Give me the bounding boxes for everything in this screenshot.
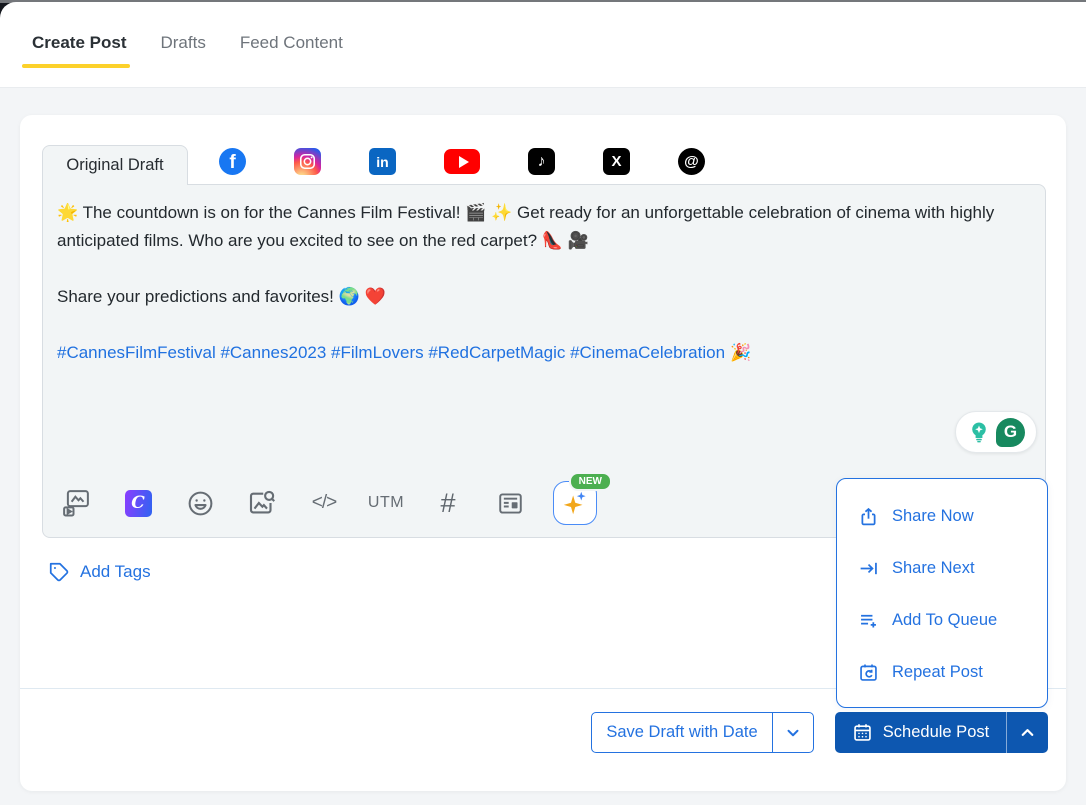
chevron-up-icon — [1018, 723, 1037, 742]
post-tail-emoji: 🎉 — [730, 343, 751, 362]
share-options-menu: Share Now Share Next Add To Queue Repeat… — [836, 478, 1048, 708]
post-template-icon[interactable] — [491, 484, 529, 522]
linkedin-glyph: in — [376, 154, 388, 170]
post-paragraph-1: 🌟 The countdown is on for the Cannes Fil… — [57, 199, 1031, 255]
add-to-queue-icon — [858, 610, 879, 631]
tab-feed-content[interactable]: Feed Content — [240, 33, 343, 53]
linkedin-icon[interactable]: in — [369, 148, 396, 175]
youtube-play-glyph — [459, 156, 469, 168]
grammarly-g-glyph: G — [1004, 422, 1017, 442]
hashtag-glyph: # — [440, 488, 455, 519]
menu-item-repeat-post[interactable]: Repeat Post — [837, 646, 1047, 698]
chevron-down-icon — [784, 724, 802, 742]
grammarly-suggestion-bulb-icon[interactable] — [967, 420, 991, 444]
instagram-camera-glyph — [299, 153, 316, 170]
menu-item-share-now[interactable]: Share Now — [837, 490, 1047, 542]
menu-item-label: Repeat Post — [892, 663, 983, 682]
calendar-icon — [852, 722, 873, 743]
new-badge: NEW — [569, 472, 612, 491]
post-hashtags-line: #CannesFilmFestival #Cannes2023 #FilmLov… — [57, 339, 1031, 367]
x-icon[interactable]: X — [603, 148, 630, 175]
tab-drafts[interactable]: Drafts — [160, 33, 205, 53]
share-now-icon — [858, 506, 879, 527]
save-draft-with-date-button[interactable]: Save Draft with Date — [592, 713, 772, 752]
media-picker-icon[interactable] — [57, 484, 95, 522]
tiktok-glyph: ♪ — [538, 153, 546, 171]
embed-code-icon[interactable]: </> — [305, 484, 343, 522]
x-glyph: X — [611, 153, 621, 170]
facebook-glyph: f — [229, 152, 235, 174]
save-draft-dropdown-toggle[interactable] — [772, 713, 813, 752]
menu-item-label: Share Next — [892, 559, 975, 578]
repeat-post-icon — [858, 662, 879, 683]
menu-item-label: Share Now — [892, 507, 974, 526]
canva-icon[interactable]: C — [119, 484, 157, 522]
original-draft-label: Original Draft — [66, 156, 163, 175]
canva-glyph: C — [131, 493, 145, 513]
active-tab-underline — [22, 64, 130, 68]
post-composer-card: Original Draft f in ♪ X @ 🌟 The countdow… — [20, 115, 1066, 791]
add-tags-button[interactable]: Add Tags — [48, 561, 151, 583]
utm-label: UTM — [368, 494, 404, 512]
emoji-picker-icon[interactable] — [181, 484, 219, 522]
utm-tool[interactable]: UTM — [367, 484, 405, 522]
youtube-icon[interactable] — [444, 149, 480, 174]
facebook-icon[interactable]: f — [219, 148, 246, 175]
post-paragraph-2: Share your predictions and favorites! 🌍 … — [57, 283, 1031, 311]
tab-create-post[interactable]: Create Post — [32, 33, 126, 53]
menu-item-label: Add To Queue — [892, 611, 997, 630]
add-tags-label: Add Tags — [80, 562, 151, 582]
schedule-post-label: Schedule Post — [883, 723, 989, 742]
threads-glyph: @ — [684, 153, 699, 170]
tiktok-icon[interactable]: ♪ — [528, 148, 555, 175]
code-glyph: </> — [312, 492, 336, 514]
save-draft-split-button: Save Draft with Date — [591, 712, 814, 753]
app-window: Create Post Drafts Feed Content Original… — [0, 0, 1086, 805]
threads-icon[interactable]: @ — [678, 148, 705, 175]
editor-toolbar: C </> UTM # NEW — [57, 477, 597, 529]
instagram-icon[interactable] — [294, 148, 321, 175]
grammarly-logo-icon[interactable]: G — [996, 418, 1025, 447]
schedule-post-button[interactable]: Schedule Post — [835, 712, 1006, 753]
menu-item-share-next[interactable]: Share Next — [837, 542, 1047, 594]
tag-icon — [48, 561, 70, 583]
post-hashtags[interactable]: #CannesFilmFestival #Cannes2023 #FilmLov… — [57, 343, 725, 362]
image-search-icon[interactable] — [243, 484, 281, 522]
grammarly-widget[interactable]: G — [955, 411, 1037, 453]
post-editor[interactable]: 🌟 The countdown is on for the Cannes Fil… — [43, 185, 1045, 395]
save-draft-label: Save Draft with Date — [606, 723, 757, 742]
ai-assistant-icon[interactable]: NEW — [553, 481, 597, 525]
schedule-post-split-button: Schedule Post — [835, 712, 1048, 753]
share-next-icon — [858, 558, 879, 579]
main-tabs: Create Post Drafts Feed Content — [32, 33, 343, 53]
menu-item-add-to-queue[interactable]: Add To Queue — [837, 594, 1047, 646]
schedule-options-toggle[interactable] — [1006, 712, 1048, 753]
hashtag-tool-icon[interactable]: # — [429, 484, 467, 522]
platform-tabs: f in ♪ X @ — [219, 148, 705, 175]
tab-original-draft[interactable]: Original Draft — [42, 145, 188, 185]
header: Create Post Drafts Feed Content — [0, 2, 1086, 88]
